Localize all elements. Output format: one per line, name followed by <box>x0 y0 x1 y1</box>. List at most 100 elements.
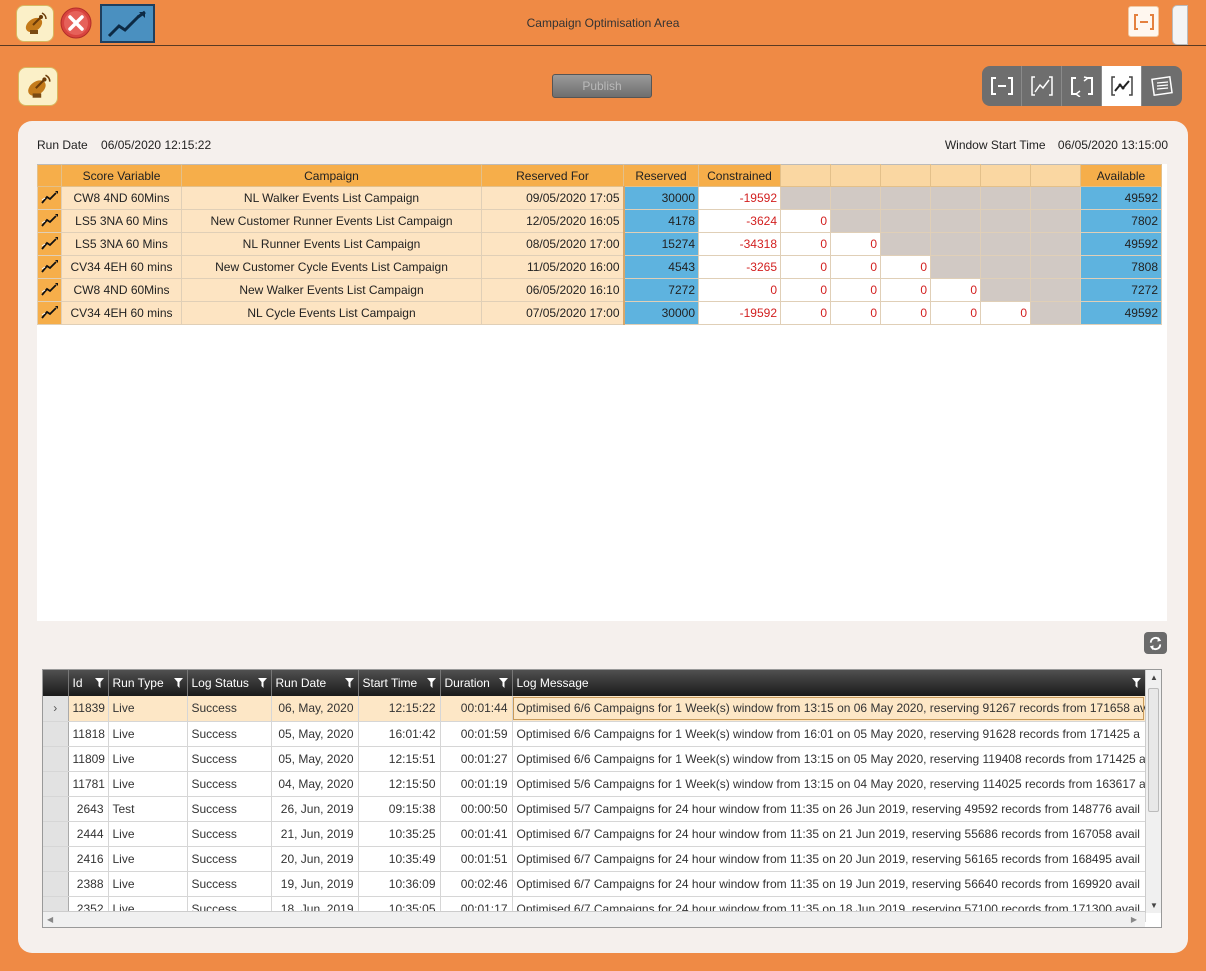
main-panel: Run Date 06/05/2020 12:15:22 Window Star… <box>18 121 1188 953</box>
log-start-time-cell: 09:15:38 <box>358 796 441 822</box>
filter-icon[interactable] <box>426 678 436 688</box>
log-message-header[interactable]: Log Message <box>512 670 1146 696</box>
row-selector[interactable] <box>43 746 69 772</box>
scroll-thumb[interactable] <box>1148 688 1159 812</box>
view-swap-icon[interactable] <box>1062 66 1102 106</box>
optimisation-row[interactable]: CW8 4ND 60Mins New Walker Events List Cam… <box>37 278 1162 302</box>
view-chart-icon[interactable] <box>1102 66 1142 106</box>
reserved-cell[interactable]: 7272 <box>623 278 699 302</box>
filter-icon[interactable] <box>344 678 354 688</box>
reserved-cell[interactable]: 4178 <box>623 209 699 233</box>
trend-icon[interactable] <box>37 232 62 256</box>
scroll-up-icon[interactable]: ▲ <box>1150 673 1158 682</box>
available-header[interactable]: Available <box>1080 164 1162 187</box>
filter-icon[interactable] <box>257 678 267 688</box>
log-row[interactable]: 2416 Live Success 20, Jun, 2019 10:35:49 00:0… <box>43 846 1146 872</box>
log-row[interactable]: 2388 Live Success 19, Jun, 2019 10:36:09 00:0… <box>43 871 1146 897</box>
run-date-label: Run Date <box>37 138 88 152</box>
log-status-cell: Success <box>187 846 272 872</box>
restore-window-icon[interactable] <box>1128 6 1159 37</box>
log-id-cell: 2643 <box>68 796 109 822</box>
reserved-for-cell: 06/05/2020 16:10 <box>481 278 625 302</box>
priority-column-header <box>1030 164 1081 187</box>
trend-icon[interactable] <box>37 278 62 302</box>
optimisation-row[interactable]: CW8 4ND 60Mins NL Walker Events List Camp… <box>37 186 1162 210</box>
log-row[interactable]: 11818 Live Success 05, May, 2020 16:01:42 00:… <box>43 721 1146 747</box>
row-selector[interactable] <box>43 846 69 872</box>
side-panel-toggle[interactable] <box>1172 5 1188 45</box>
window-start-label: Window Start Time <box>944 138 1046 152</box>
satellite-dish-icon[interactable] <box>18 67 58 106</box>
optimisation-row[interactable]: CV34 4EH 60 mins New Customer Cycle Event… <box>37 255 1162 279</box>
score-variable-header[interactable]: Score Variable <box>61 164 182 187</box>
priority-column-header <box>880 164 931 187</box>
trend-icon[interactable] <box>37 209 62 233</box>
log-status-header[interactable]: Log Status <box>187 670 272 696</box>
view-bracket-icon[interactable] <box>982 66 1022 106</box>
filter-icon[interactable] <box>498 678 508 688</box>
constrained-cell: 0 <box>698 278 781 302</box>
row-selector[interactable] <box>43 771 69 797</box>
refresh-icon[interactable] <box>1144 632 1167 654</box>
trend-icon[interactable] <box>37 255 62 279</box>
log-message-cell: Optimised 6/6 Campaigns for 1 Week(s) wi… <box>512 696 1146 722</box>
overlap-cell-empty <box>930 232 981 256</box>
duration-header[interactable]: Duration <box>440 670 513 696</box>
constrained-cell: -3624 <box>698 209 781 233</box>
horizontal-scrollbar[interactable]: ◀ ▶ <box>43 911 1145 927</box>
filter-icon[interactable] <box>94 678 104 688</box>
id-header[interactable]: Id <box>68 670 109 696</box>
log-row[interactable]: 2444 Live Success 21, Jun, 2019 10:35:25 00:0… <box>43 821 1146 847</box>
trend-icon[interactable] <box>37 301 62 325</box>
log-status-cell: Success <box>187 796 272 822</box>
optimisation-row[interactable]: LS5 3NA 60 Mins NL Runner Events List Cam… <box>37 232 1162 256</box>
log-row[interactable]: 2643 Test Success 26, Jun, 2019 09:15:38 00:0… <box>43 796 1146 822</box>
scroll-left-icon[interactable]: ◀ <box>47 915 53 924</box>
overlap-cell: 0 <box>930 301 981 325</box>
log-header-row: Id Run Type Log Status Run Date Start Ti… <box>43 670 1146 696</box>
publish-button[interactable]: Publish <box>552 74 652 98</box>
campaign-header[interactable]: Campaign <box>181 164 482 187</box>
log-row[interactable]: 11781 Live Success 04, May, 2020 12:15:50 00:… <box>43 771 1146 797</box>
scroll-down-icon[interactable]: ▼ <box>1150 901 1158 910</box>
row-selector[interactable]: › <box>43 696 69 722</box>
view-list-icon[interactable] <box>1142 66 1182 106</box>
score-variable-cell: LS5 3NA 60 Mins <box>61 232 182 256</box>
log-run-type-cell: Live <box>108 721 188 747</box>
row-selector[interactable] <box>43 796 69 822</box>
run-date-header[interactable]: Run Date <box>271 670 359 696</box>
start-time-header[interactable]: Start Time <box>358 670 441 696</box>
scroll-right-icon[interactable]: ▶ <box>1131 915 1137 924</box>
vertical-scrollbar[interactable]: ▲ ▼ <box>1145 670 1161 913</box>
icon-column-header <box>37 164 62 187</box>
log-run-date-cell: 06, May, 2020 <box>271 696 359 722</box>
priority-column-header <box>980 164 1031 187</box>
reserved-cell[interactable]: 4543 <box>623 255 699 279</box>
reserved-cell[interactable]: 15274 <box>623 232 699 256</box>
overlap-cell-empty <box>880 209 931 233</box>
reserved-cell[interactable]: 30000 <box>623 301 699 325</box>
score-variable-cell: CV34 4EH 60 mins <box>61 255 182 279</box>
campaign-cell: NL Cycle Events List Campaign <box>181 301 482 325</box>
id-header-label: Id <box>72 676 83 690</box>
row-selector[interactable] <box>43 871 69 897</box>
trend-icon[interactable] <box>37 186 62 210</box>
overlap-cell-empty <box>1030 186 1081 210</box>
filter-icon[interactable] <box>173 678 183 688</box>
start-time-header-label: Start Time <box>362 676 418 690</box>
row-selector[interactable] <box>43 821 69 847</box>
filter-icon[interactable] <box>1131 678 1141 688</box>
optimisation-row[interactable]: LS5 3NA 60 Mins New Customer Runner Event… <box>37 209 1162 233</box>
reserved-cell[interactable]: 30000 <box>623 186 699 210</box>
view-trend-icon[interactable] <box>1022 66 1062 106</box>
overlap-cell-empty <box>930 209 981 233</box>
constrained-header[interactable]: Constrained <box>698 164 781 187</box>
log-row[interactable]: › 11839 Live Success 06, May, 2020 12:15:22 00… <box>43 696 1146 722</box>
run-type-header[interactable]: Run Type <box>108 670 188 696</box>
row-selector[interactable] <box>43 721 69 747</box>
reserved-header[interactable]: Reserved <box>623 164 699 187</box>
log-row[interactable]: 11809 Live Success 05, May, 2020 12:15:51 00:… <box>43 746 1146 772</box>
run-log-table: Id Run Type Log Status Run Date Start Ti… <box>43 670 1146 922</box>
reserved-for-header[interactable]: Reserved For <box>481 164 624 187</box>
optimisation-row[interactable]: CV34 4EH 60 mins NL Cycle Events List Cam… <box>37 301 1162 325</box>
